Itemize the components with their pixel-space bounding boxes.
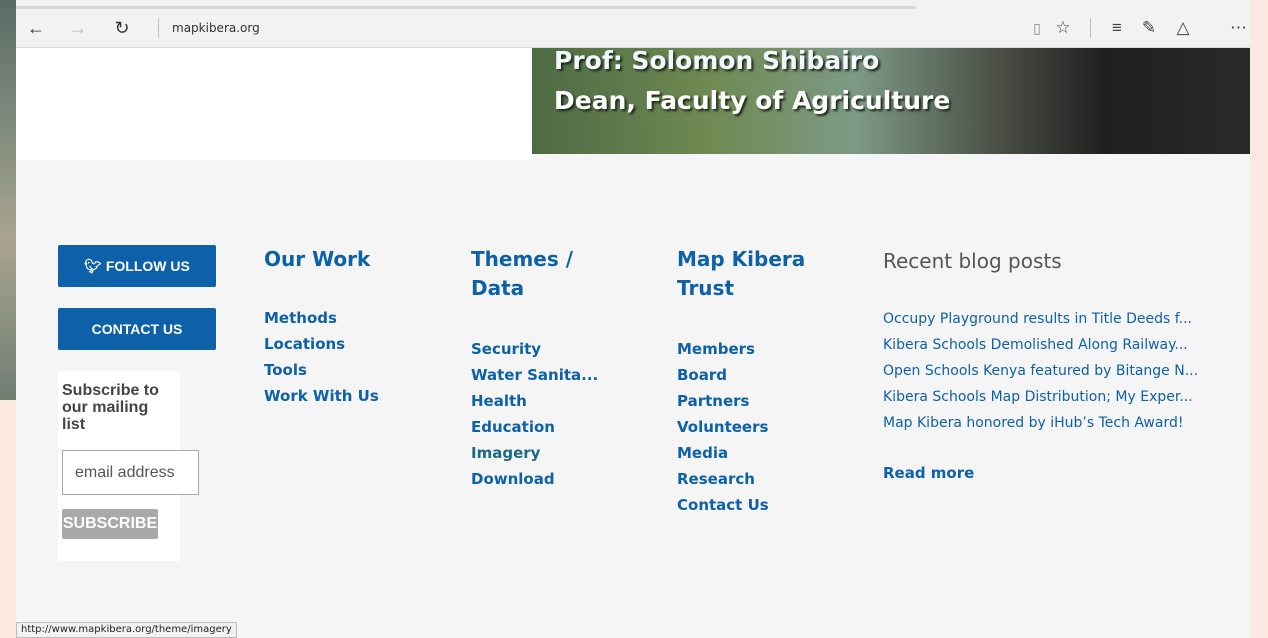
arrow-left-icon[interactable]: ← <box>24 18 48 38</box>
browser-window: ← → ↻ mapkibera.org ▯ ☆ ≡ ✎ △ ⋯ Prof: So… <box>16 0 1250 638</box>
twitter-icon: 🐦︎ <box>84 258 106 274</box>
arrow-right-icon[interactable]: → <box>66 18 90 38</box>
link-research[interactable]: Research <box>677 466 769 492</box>
link-media[interactable]: Media <box>677 440 769 466</box>
toolbar-divider <box>1090 18 1091 38</box>
link-volunteers[interactable]: Volunteers <box>677 414 769 440</box>
page-content: Prof: Solomon Shibairo Dean, Faculty of … <box>16 48 1250 638</box>
blog-post-link[interactable]: Map Kibera honored by iHub’s Tech Award! <box>883 410 1198 436</box>
refresh-icon[interactable]: ↻ <box>110 18 134 38</box>
share-icon[interactable]: △ <box>1172 18 1194 38</box>
blog-post-link[interactable]: Kibera Schools Demolished Along Railway.… <box>883 332 1198 358</box>
link-members[interactable]: Members <box>677 336 769 362</box>
blog-post-link[interactable]: Occupy Playground results in Title Deeds… <box>883 306 1198 332</box>
link-contact-us[interactable]: Contact Us <box>677 492 769 518</box>
blog-post-list: Occupy Playground results in Title Deeds… <box>883 306 1198 436</box>
map-kibera-trust-heading: Map Kibera Trust <box>677 247 806 300</box>
link-locations[interactable]: Locations <box>264 331 379 357</box>
blog-post-link[interactable]: Kibera Schools Map Distribution; My Expe… <box>883 384 1198 410</box>
pen-icon[interactable]: ✎ <box>1138 18 1160 38</box>
hero-image: Prof: Solomon Shibairo Dean, Faculty of … <box>532 48 1250 154</box>
subscribe-panel: Subscribe to our mailing list SUBSCRIBE <box>58 371 199 561</box>
desktop-background <box>1250 0 1268 638</box>
our-work-heading: Our Work <box>264 247 371 271</box>
link-imagery[interactable]: Imagery <box>471 440 598 466</box>
link-board[interactable]: Board <box>677 362 769 388</box>
link-work-with-us[interactable]: Work With Us <box>264 383 379 409</box>
recent-blog-posts-heading: Recent blog posts <box>883 249 1062 273</box>
loading-bar <box>16 6 916 9</box>
blog-post-link[interactable]: Open Schools Kenya featured by Bitange N… <box>883 358 1198 384</box>
more-icon[interactable]: ⋯ <box>1230 18 1250 38</box>
follow-us-label: FOLLOW US <box>105 258 190 274</box>
follow-us-button[interactable]: 🐦︎ FOLLOW US <box>58 245 216 287</box>
email-field[interactable] <box>62 450 199 495</box>
subscribe-button[interactable]: SUBSCRIBE <box>62 509 158 539</box>
themes-data-heading: Themes / Data <box>471 247 574 300</box>
link-download[interactable]: Download <box>471 466 598 492</box>
link-tools[interactable]: Tools <box>264 357 379 383</box>
subscribe-title: Subscribe to our mailing list <box>62 382 159 433</box>
status-bar-url: http://www.mapkibera.org/theme/imagery <box>16 622 237 638</box>
our-work-links: Methods Locations Tools Work With Us <box>264 305 379 409</box>
hub-icon[interactable]: ≡ <box>1106 18 1128 38</box>
hero-spacer <box>16 48 532 160</box>
hero-caption-name: Prof: Solomon Shibairo <box>554 48 880 75</box>
link-education[interactable]: Education <box>471 414 598 440</box>
book-icon[interactable]: ▯ <box>1026 18 1048 38</box>
themes-data-links: Security Water Sanita... Health Educatio… <box>471 336 598 492</box>
trust-links: Members Board Partners Volunteers Media … <box>677 336 769 518</box>
star-icon[interactable]: ☆ <box>1052 18 1074 38</box>
link-security[interactable]: Security <box>471 336 598 362</box>
read-more-link[interactable]: Read more <box>883 464 974 482</box>
background-photo <box>0 0 16 400</box>
browser-toolbar: ← → ↻ mapkibera.org ▯ ☆ ≡ ✎ △ ⋯ <box>16 0 1250 48</box>
link-health[interactable]: Health <box>471 388 598 414</box>
link-methods[interactable]: Methods <box>264 305 379 331</box>
link-water-sanitation[interactable]: Water Sanita... <box>471 362 598 388</box>
contact-us-button[interactable]: CONTACT US <box>58 308 216 350</box>
address-bar[interactable]: mapkibera.org <box>172 21 260 35</box>
toolbar-divider <box>158 18 159 38</box>
link-partners[interactable]: Partners <box>677 388 769 414</box>
hero-caption-title: Dean, Faculty of Agriculture <box>554 86 951 115</box>
